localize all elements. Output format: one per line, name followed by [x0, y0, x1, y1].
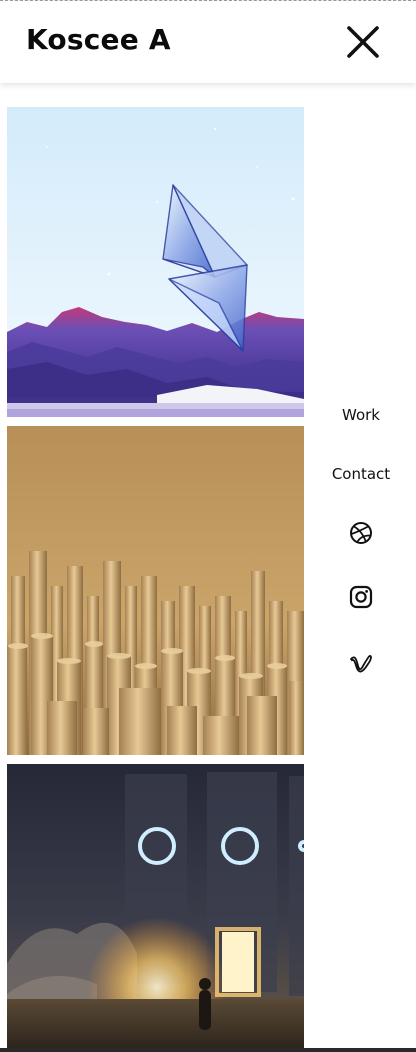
instagram-icon [349, 585, 373, 609]
close-menu-button[interactable] [344, 23, 382, 61]
bottom-edge-bar [0, 1048, 416, 1052]
vimeo-icon [350, 654, 372, 673]
close-x-icon [347, 26, 379, 58]
dribbble-icon [350, 522, 372, 544]
vimeo-link[interactable] [349, 651, 373, 675]
nav-link-contact[interactable]: Contact [312, 465, 410, 483]
site-header: Koscee A [0, 1, 416, 83]
glowing-rings-portal-artwork[interactable] [7, 764, 304, 1052]
ethereum-crystal-mountains-artwork[interactable] [7, 107, 304, 417]
nav-link-work[interactable]: Work [312, 406, 410, 424]
instagram-link[interactable] [349, 585, 373, 609]
golden-cylinders-letters-artwork[interactable] [7, 426, 304, 755]
brand-name[interactable]: Koscee A [26, 23, 171, 56]
dribbble-link[interactable] [349, 521, 373, 545]
